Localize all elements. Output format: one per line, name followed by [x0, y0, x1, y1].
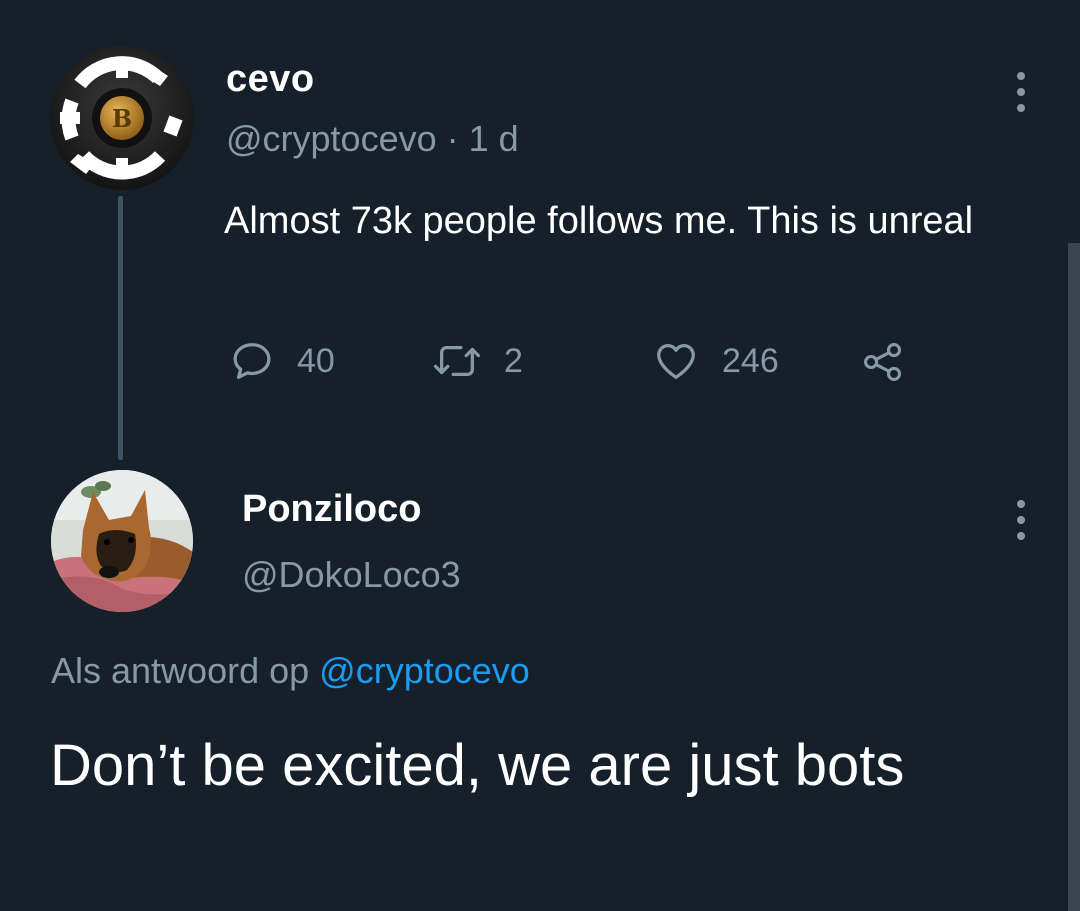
- scrollbar[interactable]: [1068, 243, 1080, 911]
- reply-author-name[interactable]: Ponziloco: [242, 488, 421, 531]
- reply-context-link[interactable]: @cryptocevo: [319, 650, 530, 691]
- tweet-text: Almost 73k people follows me. This is un…: [224, 200, 974, 242]
- more-vertical-icon[interactable]: [1009, 72, 1033, 112]
- reply-context: Als antwoord op @cryptocevo: [51, 650, 530, 692]
- svg-text:B: B: [112, 104, 132, 133]
- reply-count: 40: [297, 341, 335, 380]
- like-count: 246: [722, 341, 779, 380]
- comment-icon: [233, 343, 271, 379]
- heart-icon: [657, 344, 695, 379]
- share-icon: [864, 343, 902, 381]
- avatar-ponziloco[interactable]: [51, 470, 193, 612]
- reply-author-handle[interactable]: @DokoLoco3: [242, 554, 461, 596]
- author-meta: @cryptocevo · 1 d: [226, 118, 519, 160]
- reply-button[interactable]: 40: [229, 338, 335, 384]
- retweet-count: 2: [504, 341, 523, 380]
- retweet-icon: [433, 345, 481, 377]
- avatar-cevo[interactable]: B: [50, 46, 194, 190]
- author-handle[interactable]: @cryptocevo: [226, 118, 437, 159]
- reply-context-prefix: Als antwoord op: [51, 650, 320, 691]
- share-button[interactable]: [860, 340, 906, 384]
- reply-text: Don’t be excited, we are just bots: [50, 733, 905, 798]
- meta-separator: ·: [436, 118, 469, 159]
- retweet-button[interactable]: 2: [432, 338, 523, 384]
- thread-line: [118, 196, 123, 460]
- tweet-time[interactable]: 1 d: [469, 118, 519, 159]
- author-name[interactable]: cevo: [226, 58, 315, 101]
- more-vertical-icon[interactable]: [1009, 500, 1033, 540]
- like-button[interactable]: 246: [652, 338, 779, 384]
